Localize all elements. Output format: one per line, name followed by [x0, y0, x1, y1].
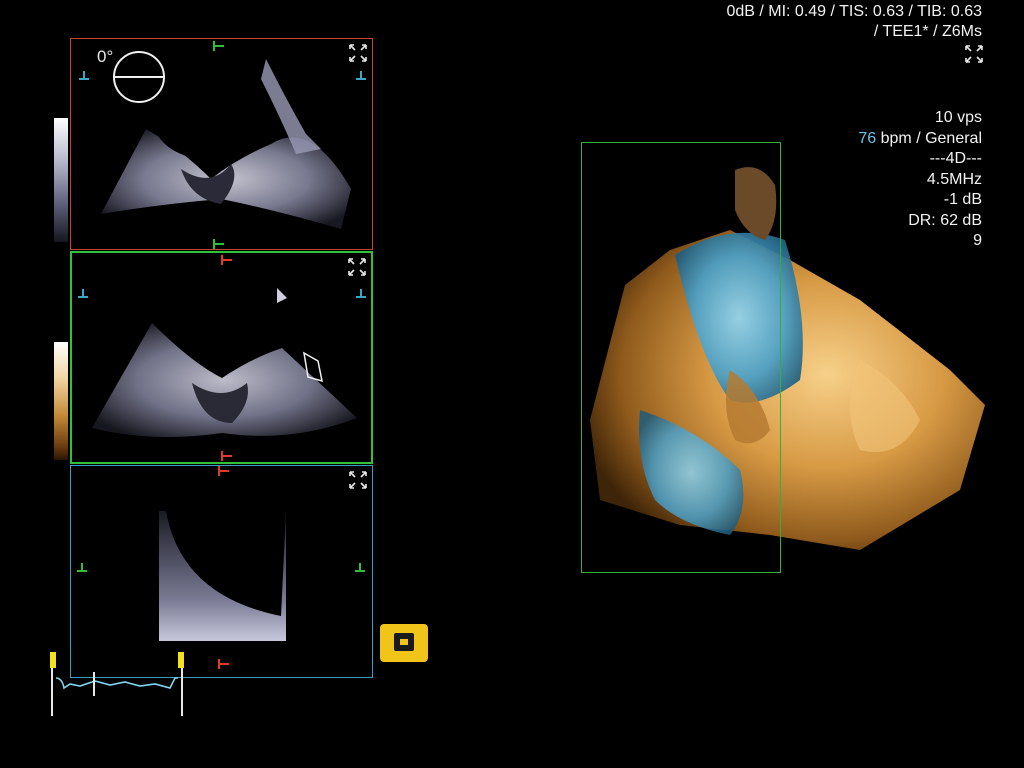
fullscreen-icon[interactable]	[348, 43, 368, 63]
mpr-panel-c[interactable]	[70, 465, 373, 678]
grayscale-map-bar	[54, 118, 68, 242]
mpr-panel-a[interactable]: 0°	[70, 38, 373, 250]
fullscreen-icon[interactable]	[347, 257, 367, 277]
acoustic-output-line: 0dB / MI: 0.49 / TIS: 0.63 / TIB: 0.63	[726, 3, 982, 20]
mpr-panel-b[interactable]	[70, 251, 373, 464]
mpr-image-b	[78, 255, 366, 461]
fullscreen-icon[interactable]	[964, 44, 984, 64]
angle-dial-icon[interactable]	[111, 49, 167, 105]
ultrasound-screen: 0dB / MI: 0.49 / TIS: 0.63 / TIB: 0.63 /…	[0, 0, 1024, 768]
crop-box[interactable]	[581, 142, 781, 573]
ultrasound-logo	[380, 624, 428, 662]
tint-map-bar	[54, 342, 68, 460]
mpr-image-c	[77, 466, 365, 669]
volume-rate: 10 vps	[934, 109, 982, 126]
fullscreen-icon[interactable]	[348, 470, 368, 490]
ecg-trace	[50, 652, 184, 716]
acoustic-output-info: 0dB / MI: 0.49 / TIS: 0.63 / TIB: 0.63 /…	[726, 2, 982, 42]
probe-preset-line: / TEE1* / Z6Ms	[873, 23, 982, 40]
